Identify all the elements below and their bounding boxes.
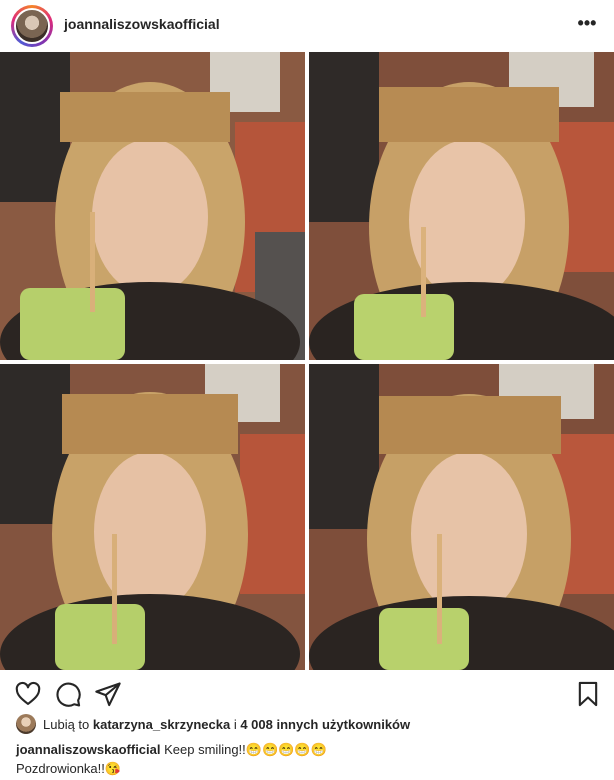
caption-line-2: Pozdrowionka!!😘 — [16, 761, 122, 776]
post-action-bar — [0, 676, 614, 712]
post-caption: joannaliszowskaofficial Keep smiling!!😁😁… — [16, 740, 606, 778]
photo-4-illustration — [309, 364, 614, 670]
more-options-icon[interactable]: ••• — [576, 10, 598, 38]
profile-avatar[interactable] — [14, 8, 50, 44]
post-header: joannaliszowskaofficial ••• — [0, 0, 614, 52]
caption-text: Keep smiling!!😁😁😁😁😁 — [164, 742, 327, 757]
likes-prefix: Lubią to — [43, 717, 93, 732]
likes-middle: i — [230, 717, 241, 732]
caption-line-1: joannaliszowskaofficial Keep smiling!!😁😁… — [16, 740, 606, 759]
paper-plane-icon[interactable] — [94, 680, 122, 708]
collage-photo-4 — [309, 364, 614, 670]
first-liker-name[interactable]: katarzyna_skrzynecka — [93, 717, 230, 732]
liker-avatar[interactable] — [16, 714, 36, 734]
photo-2-illustration — [309, 52, 614, 360]
post-username[interactable]: joannaliszowskaofficial — [64, 16, 220, 32]
collage-photo-2 — [309, 52, 614, 360]
photo-3-illustration — [0, 364, 305, 670]
likes-text[interactable]: Lubią to katarzyna_skrzynecka i 4 008 in… — [43, 717, 410, 732]
profile-avatar-ring[interactable] — [11, 5, 53, 47]
post-photo-collage[interactable] — [0, 52, 614, 670]
caption-username[interactable]: joannaliszowskaofficial — [16, 742, 161, 757]
likes-summary: Lubią to katarzyna_skrzynecka i 4 008 in… — [16, 714, 606, 736]
comment-bubble-icon[interactable] — [54, 680, 82, 708]
heart-icon[interactable] — [14, 680, 42, 708]
photo-1-illustration — [0, 52, 305, 360]
likes-others-count[interactable]: 4 008 innych użytkowników — [240, 717, 410, 732]
bookmark-icon[interactable] — [574, 680, 602, 708]
collage-photo-3 — [0, 364, 305, 670]
collage-photo-1 — [0, 52, 305, 360]
